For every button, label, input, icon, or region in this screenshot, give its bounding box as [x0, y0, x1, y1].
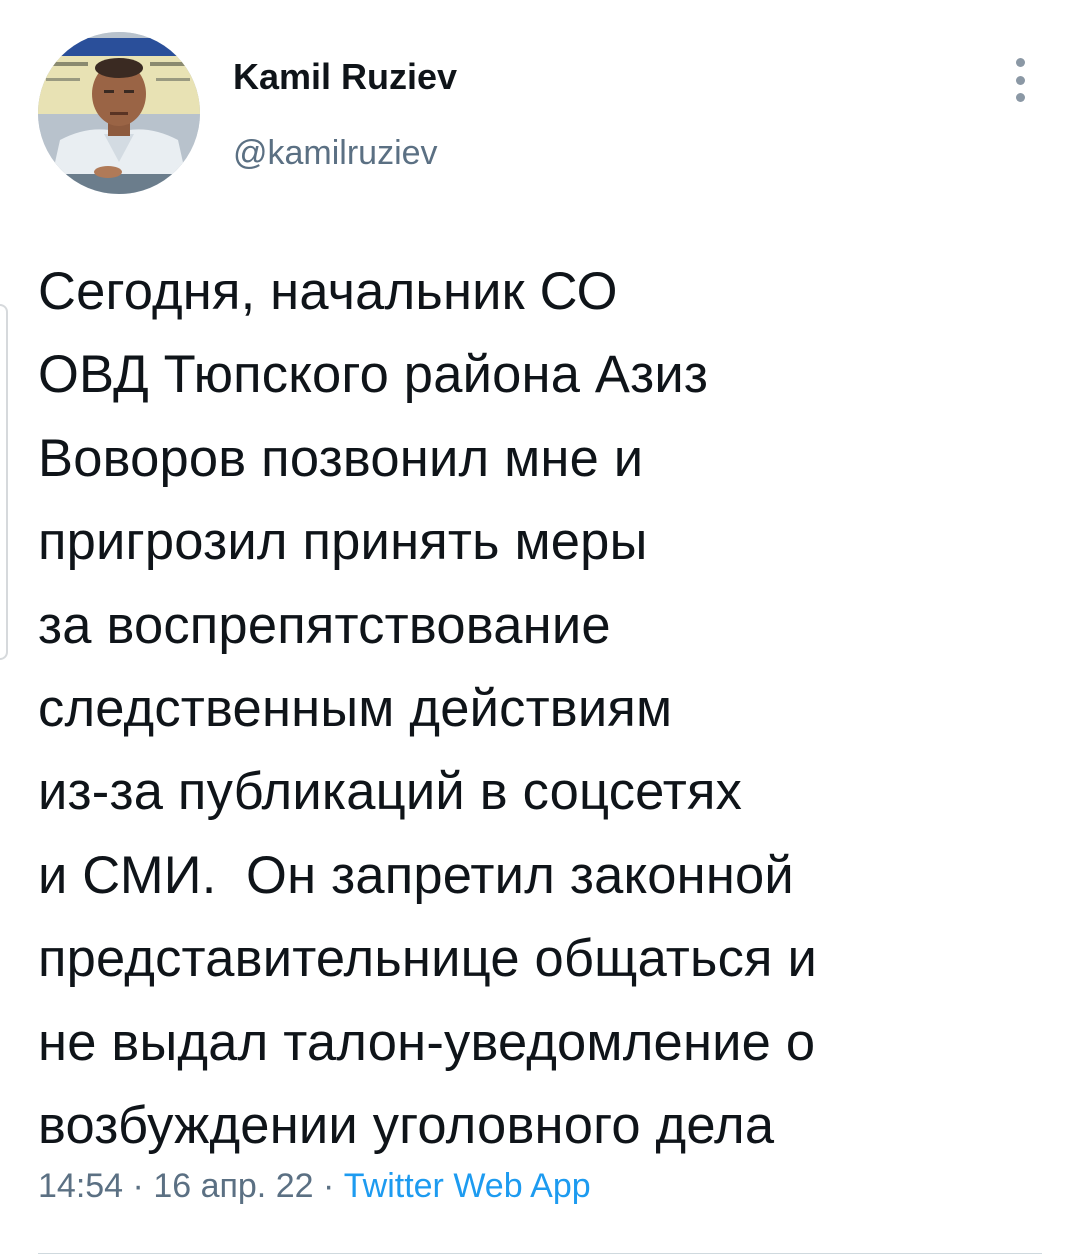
vertical-ellipsis-icon: [1015, 75, 1025, 85]
avatar[interactable]: [38, 32, 200, 194]
tweet-text-line: не выдал талон-уведомление о: [38, 1012, 816, 1072]
tweet-text: Сегодня, начальник СО ОВД Тюпского район…: [38, 250, 1058, 1167]
tweet-text-line: ОВД Тюпского района Азиз: [38, 345, 709, 405]
divider: [38, 1253, 1042, 1254]
author-name[interactable]: Kamil Ruziev: [233, 56, 457, 98]
tweet-time[interactable]: 14:54: [38, 1167, 123, 1205]
tweet-text-line: за воспрепятствование: [38, 595, 611, 655]
meta-separator: ·: [313, 1167, 344, 1205]
tweet-source-link[interactable]: Twitter Web App: [344, 1167, 591, 1205]
tweet-text-line: пригрозил принять меры: [38, 512, 648, 572]
meta-separator: ·: [123, 1167, 154, 1205]
tweet-text-line: представительнице общаться и: [38, 929, 818, 989]
tweet-text-line: из-за публикаций в соцсетях: [38, 762, 743, 822]
vertical-ellipsis-icon: [1015, 93, 1025, 102]
tweet-meta: 14:54 · 16 апр. 22 · Twitter Web App: [38, 1167, 591, 1206]
tweet-text-line: Сегодня, начальник СО: [38, 262, 618, 321]
tweet-text-line: следственным действиям: [38, 678, 673, 738]
tweet-text-line: и СМИ. Он запретил законной: [38, 845, 794, 905]
tweet-card: Kamil Ruziev @kamilruziev Сегодня, начал…: [0, 0, 1080, 1259]
tweet-text-line: Воворов позвонил мне и: [38, 428, 644, 488]
author-handle[interactable]: @kamilruziev: [233, 134, 438, 173]
tweet-text-line: возбуждении уголовного дела: [38, 1095, 775, 1155]
vertical-ellipsis-icon: [1015, 58, 1025, 67]
more-options-button[interactable]: [1000, 58, 1040, 102]
scroll-edge-indicator: [0, 304, 8, 660]
tweet-date[interactable]: 16 апр. 22: [153, 1167, 313, 1205]
avatar-photo: [38, 32, 200, 194]
